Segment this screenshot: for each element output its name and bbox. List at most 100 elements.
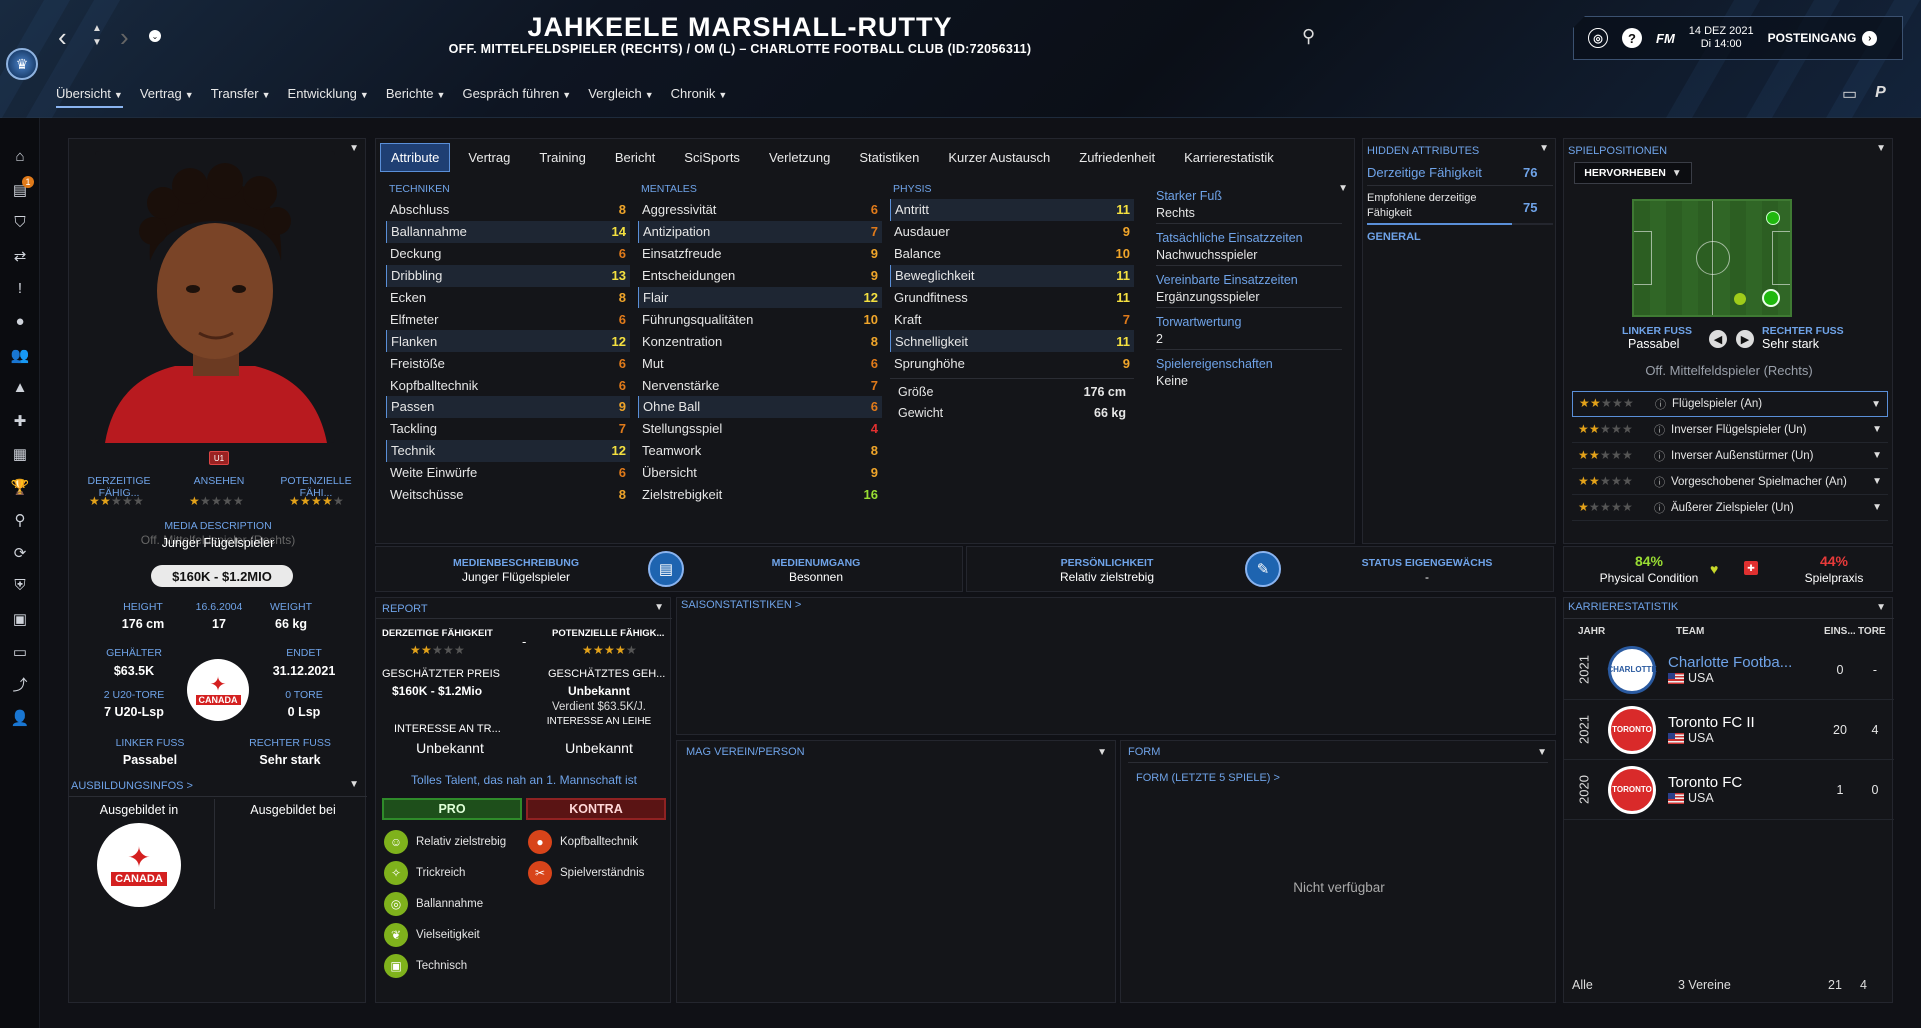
homegrown-label: STATUS EIGENGEWÄCHS [1361, 557, 1493, 569]
training-info-link[interactable]: AUSBILDUNGSINFOS > [71, 780, 193, 792]
role-row[interactable]: ★★★★★ ⓘ Flügelspieler (An) ▼ [1572, 391, 1888, 417]
pro-label: Vielseitigkeit [416, 928, 480, 941]
training-info-dropdown-icon[interactable]: ▼ [349, 779, 359, 790]
inbox-icon[interactable]: ▤ 1 [0, 173, 40, 206]
personality-label: PERSÖNLICHKEIT [1060, 557, 1154, 569]
manager-icon[interactable]: 👤 [0, 701, 40, 734]
club-shield-icon[interactable]: ⛨ [0, 569, 40, 602]
career-team-name[interactable]: Toronto FC II [1668, 714, 1820, 731]
squad-shirt-icon[interactable]: ⛉ [0, 206, 40, 239]
forward-arrow-icon[interactable]: › [120, 24, 129, 50]
hidden-dropdown-icon[interactable]: ▼ [1539, 143, 1549, 154]
tab-5[interactable]: Verletzung [758, 143, 841, 172]
finances-briefcase-icon[interactable]: ▣ [0, 602, 40, 635]
attribute-name: Passen [391, 399, 435, 415]
trophy-icon[interactable]: 🏆 [0, 470, 40, 503]
right-foot-value: Sehr stark [259, 753, 321, 767]
nav-item-2[interactable]: Transfer ▼ [211, 86, 271, 108]
current-ability-stars: ★★★★★ [89, 493, 149, 508]
alert-icon[interactable]: ! [0, 272, 40, 305]
dropdown-circle-icon[interactable]: ⌄ [149, 30, 161, 42]
ball-icon[interactable]: ● [0, 305, 40, 338]
profile-dropdown-icon[interactable]: ▼ [349, 143, 359, 154]
nav-item-3[interactable]: Entwicklung ▼ [288, 86, 369, 108]
home-icon[interactable]: ⌂ [0, 140, 40, 173]
report-dropdown-icon[interactable]: ▼ [654, 602, 664, 613]
tab-2[interactable]: Training [528, 143, 596, 172]
globe-icon[interactable]: ◎ [1588, 28, 1608, 48]
nav-item-6[interactable]: Vergleich ▼ [588, 86, 653, 108]
nav-item-1[interactable]: Vertrag ▼ [140, 86, 194, 108]
maple-leaf-icon: ✦ [127, 842, 151, 873]
up-down-arrows-icon[interactable]: ▲ ▼ [92, 22, 102, 50]
back-arrow-icon[interactable]: ‹ [58, 24, 67, 50]
scouting-search-icon[interactable]: ⚲ [0, 503, 40, 536]
tickets-icon[interactable]: ▭ [0, 635, 40, 668]
tab-9[interactable]: Karrierestatistik [1173, 143, 1285, 172]
season-stats-link[interactable]: SAISONSTATISTIKEN > [681, 599, 801, 611]
star-icon: ★ [200, 494, 211, 508]
career-team-name[interactable]: Toronto FC [1668, 774, 1820, 791]
hidden-attributes-title: HIDDEN ATTRIBUTES [1367, 145, 1480, 157]
interest-transfer-label: INTERESSE AN TR... [394, 723, 501, 735]
tab-6[interactable]: Statistiken [848, 143, 930, 172]
paypal-icon[interactable]: P [1875, 84, 1886, 104]
help-icon[interactable]: ? [1622, 28, 1642, 48]
monitor-icon[interactable]: ▭ [1842, 84, 1857, 104]
role-row[interactable]: ★★★★★ ⓘ Inverser Flügelspieler (Un) ▼ [1572, 417, 1888, 443]
player-info-list: Starker Fuß Rechts Tatsächliche Einsatzzei… [1156, 189, 1342, 398]
career-team-name[interactable]: Charlotte Footba... [1668, 654, 1820, 671]
chevron-down-icon: ▼ [644, 90, 654, 100]
inbox-button[interactable]: POSTEINGANG › [1768, 30, 1878, 46]
nav-item-4[interactable]: Berichte ▼ [386, 86, 446, 108]
tab-3[interactable]: Bericht [604, 143, 666, 172]
tab-1[interactable]: Vertrag [457, 143, 521, 172]
game-date: 14 DEZ 2021 Di 14:00 [1689, 25, 1754, 51]
price-value: $160K - $1.2Mio [392, 684, 483, 698]
staff-icon[interactable]: 👥 [0, 338, 40, 371]
role-row[interactable]: ★★★★★ ⓘ Inverser Außenstürmer (Un) ▼ [1572, 443, 1888, 469]
positions-panel: SPIELPOSITIONEN ▼ HERVORHEBEN ▼ LINKER FU… [1563, 138, 1893, 544]
pro-item: ▣ Technisch [384, 950, 524, 981]
tab-4[interactable]: SciSports [673, 143, 751, 172]
transfers-icon[interactable]: ⟳ [0, 536, 40, 569]
role-row[interactable]: ★★★★★ ⓘ Vorgeschobener Spielmacher (An) ▼ [1572, 469, 1888, 495]
chevron-down-icon: ▼ [436, 90, 446, 100]
value-range[interactable]: $160K - $1.2MIO [151, 565, 293, 587]
nav-item-label: Chronik [670, 86, 716, 101]
career-dropdown-icon[interactable]: ▼ [1876, 602, 1886, 613]
career-goals: 4 [1871, 722, 1879, 737]
tactics-icon[interactable]: ⇄ [0, 239, 40, 272]
tab-0[interactable]: Attribute [380, 143, 451, 172]
medical-icon[interactable]: ✚ [0, 404, 40, 437]
club-crest-icon[interactable]: ♛ [6, 48, 38, 80]
tab-7[interactable]: Kurzer Austausch [937, 143, 1061, 172]
career-row[interactable]: 2020 TORONTO Toronto FC USA 1 0 [1564, 760, 1894, 820]
attribute-name: Konzentration [642, 333, 723, 349]
training-cone-icon[interactable]: ▲ [0, 371, 40, 404]
career-row[interactable]: 2021 CHARLOTTE Charlotte Footba... USA 0 - [1564, 640, 1894, 700]
likes-dropdown-icon[interactable]: ▼ [1097, 747, 1107, 758]
form-last5-link[interactable]: FORM (LETZTE 5 SPIELE) > [1136, 772, 1280, 784]
attribute-row: Antritt 11 [890, 199, 1134, 221]
calendar-icon[interactable]: ▦ [0, 437, 40, 470]
search-icon[interactable]: ⚲ [1302, 26, 1315, 47]
attribute-name: Flair [643, 290, 669, 305]
weight-value: 66 kg [275, 617, 307, 631]
fm-logo[interactable]: FM [1656, 31, 1675, 46]
positions-dropdown-icon[interactable]: ▼ [1876, 143, 1886, 154]
salary-label: GEHÄLTER [106, 647, 162, 659]
career-row[interactable]: 2021 TORONTO Toronto FC II USA 20 4 [1564, 700, 1894, 760]
tab-8[interactable]: Zufriedenheit [1068, 143, 1166, 172]
report-current-label: DERZEITIGE FÄHIGKEIT [382, 628, 493, 639]
nav-item-7[interactable]: Chronik ▼ [671, 86, 728, 108]
role-row[interactable]: ★★★★★ ⓘ Äußerer Zielspieler (Un) ▼ [1572, 495, 1888, 521]
highlight-dropdown[interactable]: HERVORHEBEN ▼ [1574, 162, 1692, 184]
size-row: Größe 176 cm [898, 385, 1126, 406]
form-dropdown-icon[interactable]: ▼ [1537, 747, 1547, 758]
nav-item-5[interactable]: Gespräch führen ▼ [462, 86, 571, 108]
nav-item-0[interactable]: Übersicht ▼ [56, 86, 123, 108]
dev-centre-icon[interactable]: ⤴ [0, 668, 40, 701]
media-strip: MEDIENBESCHREIBUNG Junger Flügelspieler … [375, 546, 963, 592]
attribute-row: Technik 12 [386, 439, 630, 462]
